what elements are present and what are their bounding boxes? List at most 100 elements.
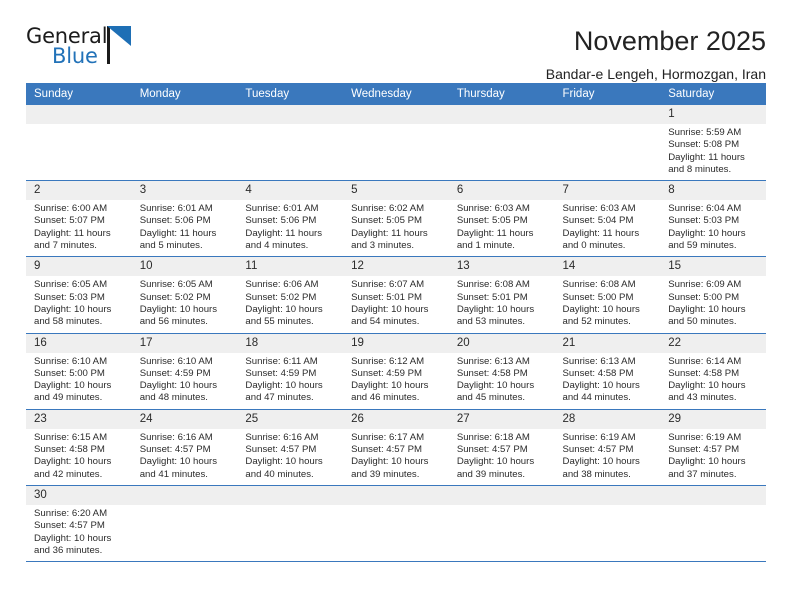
day-number: 28 (554, 409, 661, 429)
sunrise-text: Sunrise: 6:19 AM (668, 431, 742, 443)
calendar-day-cell[interactable]: 15 Sunrise: 6:09 AM Sunset: 5:00 PM Dayligh… (660, 256, 766, 334)
day-details: Sunrise: 6:08 AM Sunset: 5:00 PM Daylight:… (555, 276, 661, 332)
calendar-day-cell[interactable]: 3 Sunrise: 6:01 AM Sunset: 5:06 PM Daylight… (131, 180, 238, 258)
day-number (554, 485, 661, 505)
calendar-day-cell[interactable]: 1 Sunrise: 5:59 AM Sunset: 5:08 PM Daylight… (660, 105, 766, 182)
day-details: Sunrise: 6:18 AM Sunset: 4:57 PM Daylight:… (449, 429, 555, 485)
calendar-day-cell[interactable]: 5 Sunrise: 6:02 AM Sunset: 5:05 PM Daylight… (343, 180, 449, 258)
calendar-day-cell[interactable]: 23 Sunrise: 6:15 AM Sunset: 4:58 PM Dayligh… (26, 409, 132, 486)
day-number: 9 (26, 257, 132, 277)
calendar-day-cell[interactable]: 29 Sunrise: 6:19 AM Sunset: 4:57 PM Dayligh… (660, 409, 766, 486)
calendar-day-cell[interactable]: 16 Sunrise: 6:10 AM Sunset: 5:00 PM Dayligh… (26, 333, 132, 410)
sunrise-text: Sunrise: 6:06 AM (245, 279, 319, 291)
calendar-day-cell[interactable]: 27 Sunrise: 6:18 AM Sunset: 4:57 PM Dayligh… (448, 409, 555, 486)
calendar-day-cell[interactable]: 14 Sunrise: 6:08 AM Sunset: 5:00 PM Dayligh… (554, 256, 661, 334)
sunset-text: Sunset: 4:57 PM (668, 444, 740, 456)
weekday-header-saturday: Saturday (660, 83, 766, 105)
day-number: 14 (554, 257, 661, 277)
page-subtitle: Bandar-e Lengeh, Hormozgan, Iran (545, 66, 766, 83)
sunrise-text: Sunrise: 6:01 AM (245, 203, 319, 215)
daylight-text: Daylight: 10 hours and 50 minutes. (668, 303, 746, 328)
calendar-week-row: 30 Sunrise: 6:20 AM Sunset: 4:57 PM Dayligh… (26, 485, 766, 563)
calendar-day-cell[interactable]: 22 Sunrise: 6:14 AM Sunset: 4:58 PM Dayligh… (660, 333, 766, 410)
day-details: Sunrise: 6:05 AM Sunset: 5:02 PM Daylight:… (132, 276, 238, 332)
calendar-day-cell-empty (237, 105, 344, 182)
daylight-text: Daylight: 11 hours and 5 minutes. (139, 227, 217, 252)
daylight-text: Daylight: 11 hours and 3 minutes. (351, 227, 428, 252)
calendar-page: General Blue November 2025 Bandar-e Leng… (0, 0, 792, 612)
day-details: Sunrise: 6:13 AM Sunset: 4:58 PM Daylight:… (449, 353, 555, 409)
day-number: 8 (660, 181, 766, 201)
general-blue-logo[interactable]: General Blue (26, 24, 156, 74)
sunrise-text: Sunrise: 6:17 AM (351, 431, 425, 443)
weekday-header-wednesday: Wednesday (343, 83, 449, 105)
calendar-week-row: 9 Sunrise: 6:05 AM Sunset: 5:03 PM Daylight… (26, 256, 766, 334)
sunrise-text: Sunrise: 6:14 AM (668, 355, 742, 367)
day-number: 11 (237, 257, 344, 277)
calendar-day-cell[interactable]: 26 Sunrise: 6:17 AM Sunset: 4:57 PM Dayligh… (343, 409, 449, 486)
sunrise-text: Sunrise: 6:13 AM (456, 355, 530, 367)
sunset-text: Sunset: 5:02 PM (245, 291, 317, 303)
calendar-day-cell[interactable]: 9 Sunrise: 6:05 AM Sunset: 5:03 PM Daylight… (26, 256, 132, 334)
sunset-text: Sunset: 4:57 PM (562, 444, 634, 456)
sunset-text: Sunset: 5:07 PM (34, 215, 105, 227)
sunset-text: Sunset: 4:58 PM (34, 444, 105, 456)
day-details: Sunrise: 6:14 AM Sunset: 4:58 PM Daylight:… (660, 353, 766, 409)
calendar-day-cell[interactable]: 4 Sunrise: 6:01 AM Sunset: 5:06 PM Daylight… (237, 180, 344, 258)
calendar-day-cell[interactable]: 21 Sunrise: 6:13 AM Sunset: 4:58 PM Dayligh… (554, 333, 661, 410)
sunrise-text: Sunrise: 6:13 AM (562, 355, 636, 367)
day-number: 7 (554, 181, 661, 201)
calendar-day-cell[interactable]: 24 Sunrise: 6:16 AM Sunset: 4:57 PM Dayligh… (131, 409, 238, 486)
daylight-text: Daylight: 10 hours and 43 minutes. (668, 380, 746, 404)
sunset-text: Sunset: 5:00 PM (668, 291, 740, 303)
calendar-day-cell-empty (237, 485, 344, 563)
calendar-week-row: 2 Sunrise: 6:00 AM Sunset: 5:07 PM Daylight… (26, 180, 766, 258)
weekday-header-sunday: Sunday (26, 83, 132, 105)
day-number (660, 485, 766, 505)
sunset-text: Sunset: 5:00 PM (562, 291, 634, 303)
calendar-day-cell[interactable]: 11 Sunrise: 6:06 AM Sunset: 5:02 PM Dayligh… (237, 256, 344, 334)
sunset-text: Sunset: 4:58 PM (668, 367, 740, 379)
daylight-text: Daylight: 10 hours and 37 minutes. (668, 456, 746, 480)
calendar-day-cell-empty (554, 485, 661, 563)
sunset-text: Sunset: 4:57 PM (139, 444, 211, 456)
calendar-day-cell[interactable]: 7 Sunrise: 6:03 AM Sunset: 5:04 PM Daylight… (554, 180, 661, 258)
sunset-text: Sunset: 5:05 PM (456, 215, 528, 227)
day-number (237, 485, 344, 505)
daylight-text: Daylight: 11 hours and 1 minute. (456, 227, 534, 252)
day-number (237, 105, 344, 124)
daylight-text: Daylight: 11 hours and 8 minutes. (668, 151, 745, 175)
calendar-day-cell[interactable]: 8 Sunrise: 6:04 AM Sunset: 5:03 PM Daylight… (660, 180, 766, 258)
calendar-day-cell[interactable]: 28 Sunrise: 6:19 AM Sunset: 4:57 PM Dayligh… (554, 409, 661, 486)
calendar-day-cell[interactable]: 19 Sunrise: 6:12 AM Sunset: 4:59 PM Dayligh… (343, 333, 449, 410)
sunrise-text: Sunrise: 5:59 AM (668, 127, 742, 138)
daylight-text: Daylight: 10 hours and 58 minutes. (34, 303, 112, 328)
day-details: Sunrise: 6:01 AM Sunset: 5:06 PM Daylight:… (132, 200, 238, 256)
sunrise-text: Sunrise: 6:09 AM (668, 279, 742, 291)
calendar-day-cell[interactable]: 13 Sunrise: 6:08 AM Sunset: 5:01 PM Dayligh… (448, 256, 555, 334)
calendar-day-cell[interactable]: 20 Sunrise: 6:13 AM Sunset: 4:58 PM Dayligh… (448, 333, 555, 410)
calendar-day-cell[interactable]: 2 Sunrise: 6:00 AM Sunset: 5:07 PM Daylight… (26, 180, 132, 258)
calendar-day-cell[interactable]: 12 Sunrise: 6:07 AM Sunset: 5:01 PM Dayligh… (343, 256, 449, 334)
daylight-text: Daylight: 10 hours and 54 minutes. (351, 303, 429, 328)
calendar-day-cell-empty (448, 485, 555, 563)
calendar-day-cell[interactable]: 6 Sunrise: 6:03 AM Sunset: 5:05 PM Daylight… (448, 180, 555, 258)
sunset-text: Sunset: 4:58 PM (562, 367, 634, 379)
day-details: Sunrise: 6:09 AM Sunset: 5:00 PM Daylight:… (660, 276, 766, 332)
sunrise-text: Sunrise: 6:15 AM (34, 431, 108, 443)
calendar-day-cell[interactable]: 10 Sunrise: 6:05 AM Sunset: 5:02 PM Dayligh… (131, 256, 238, 334)
calendar-day-cell[interactable]: 30 Sunrise: 6:20 AM Sunset: 4:57 PM Dayligh… (26, 485, 132, 563)
page-title: November 2025 (573, 26, 766, 56)
calendar-day-cell[interactable]: 17 Sunrise: 6:10 AM Sunset: 4:59 PM Dayligh… (131, 333, 238, 410)
calendar-day-cell[interactable]: 25 Sunrise: 6:16 AM Sunset: 4:57 PM Dayligh… (237, 409, 344, 486)
calendar-day-cell[interactable]: 18 Sunrise: 6:11 AM Sunset: 4:59 PM Dayligh… (237, 333, 344, 410)
day-details: Sunrise: 6:15 AM Sunset: 4:58 PM Daylight:… (26, 429, 132, 485)
sunset-text: Sunset: 5:06 PM (139, 215, 211, 227)
sunrise-text: Sunrise: 6:07 AM (351, 279, 425, 291)
sunset-text: Sunset: 4:59 PM (351, 367, 423, 379)
day-number: 15 (660, 257, 766, 277)
day-number (343, 105, 449, 124)
daylight-text: Daylight: 11 hours and 7 minutes. (34, 227, 111, 252)
sunset-text: Sunset: 5:01 PM (351, 291, 423, 303)
weekday-header-monday: Monday (131, 83, 238, 105)
